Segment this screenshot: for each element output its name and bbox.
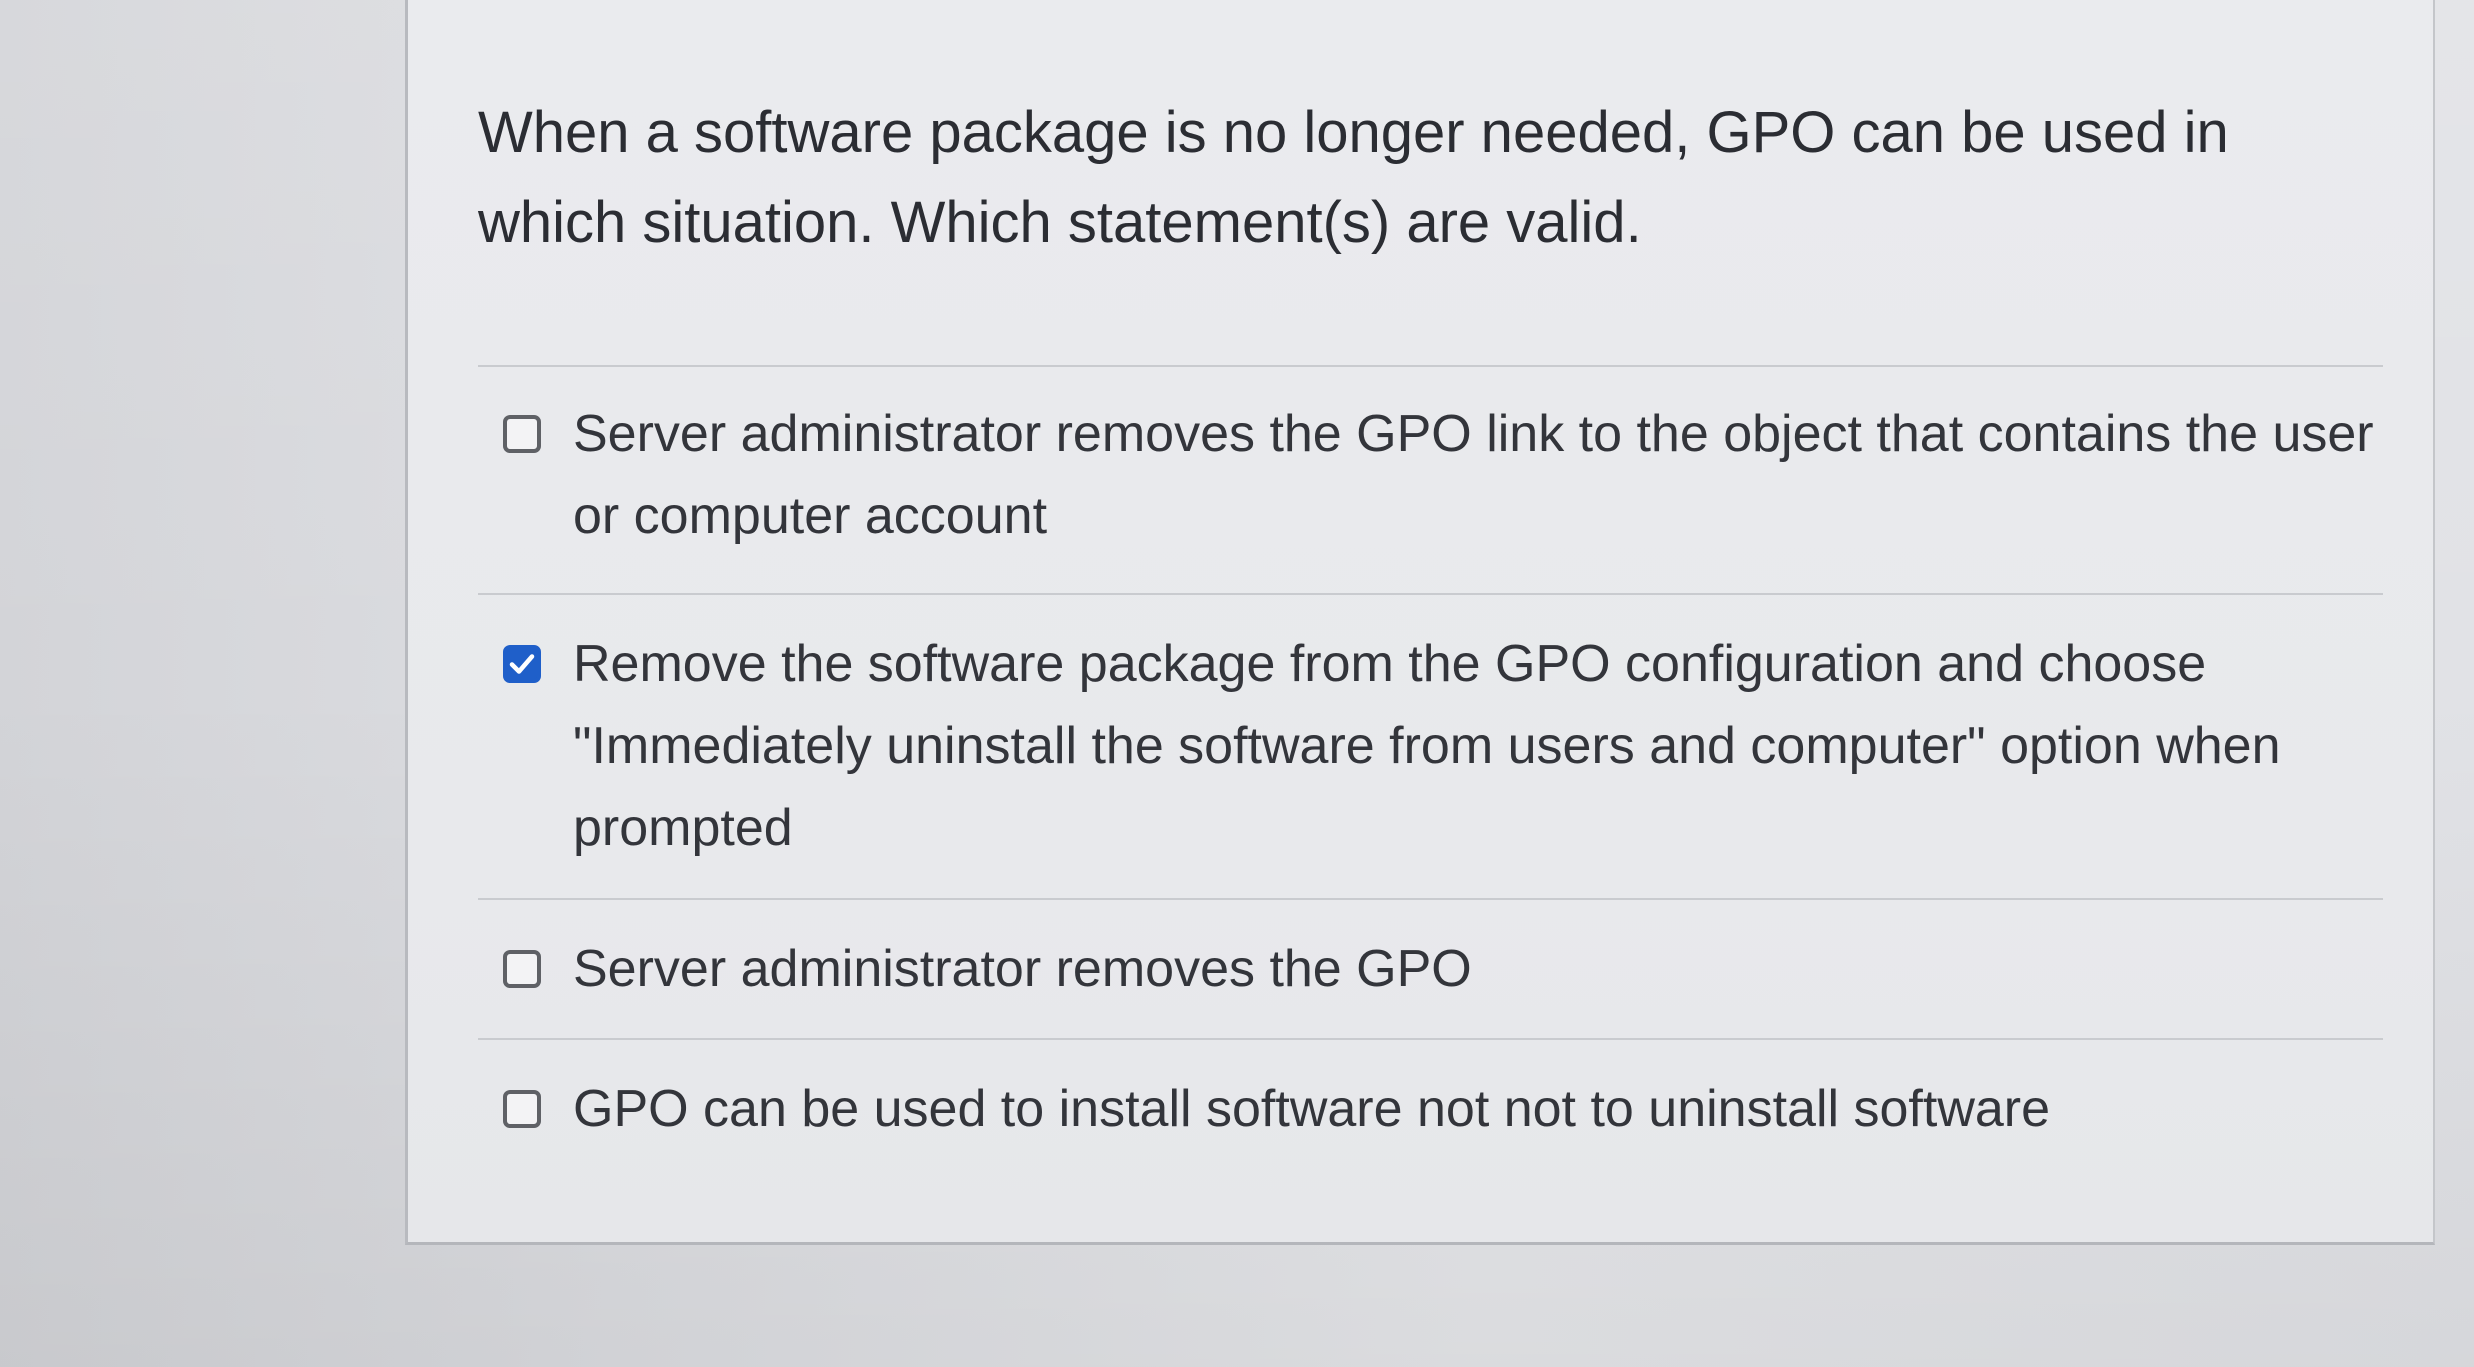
answer-label-4[interactable]: GPO can be used to install software not … [573, 1068, 2383, 1150]
answer-label-1[interactable]: Server administrator removes the GPO lin… [573, 393, 2383, 557]
answer-checkbox-2[interactable] [503, 645, 541, 683]
answer-option-4[interactable]: GPO can be used to install software not … [478, 1038, 2383, 1188]
answer-label-3[interactable]: Server administrator removes the GPO [573, 928, 2383, 1010]
answer-checkbox-1[interactable] [503, 415, 541, 453]
answer-option-1[interactable]: Server administrator removes the GPO lin… [478, 365, 2383, 593]
checkmark-icon [509, 654, 535, 674]
answer-checkbox-4[interactable] [503, 1090, 541, 1128]
answer-option-2[interactable]: Remove the software package from the GPO… [478, 593, 2383, 898]
answer-checkbox-3[interactable] [503, 950, 541, 988]
question-card: When a software package is no longer nee… [405, 0, 2435, 1245]
answer-option-3[interactable]: Server administrator removes the GPO [478, 898, 2383, 1038]
answer-list: Server administrator removes the GPO lin… [478, 365, 2383, 1188]
question-text: When a software package is no longer nee… [478, 100, 2229, 255]
answer-label-2[interactable]: Remove the software package from the GPO… [573, 623, 2383, 869]
